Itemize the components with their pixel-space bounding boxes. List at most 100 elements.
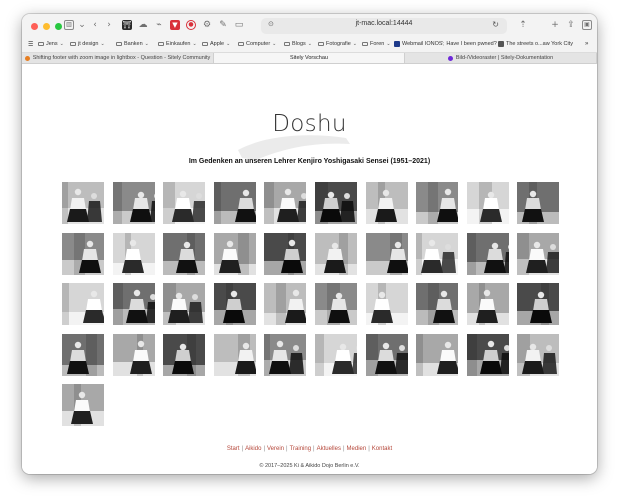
gallery-thumbnail[interactable] — [264, 182, 307, 224]
gear-icon[interactable]: ⚙ — [202, 20, 212, 30]
gallery-thumbnail[interactable] — [416, 333, 459, 376]
compose-icon[interactable]: ✎ — [218, 20, 228, 30]
gallery-thumbnail[interactable] — [62, 182, 104, 224]
gallery-thumbnail[interactable] — [517, 283, 560, 325]
gallery-thumbnail[interactable] — [213, 182, 256, 224]
back-arrow-icon[interactable]: ‹ — [90, 20, 100, 30]
sidebar-toggle-icon[interactable]: ▥ — [64, 20, 74, 30]
folder-icon — [238, 41, 244, 47]
gallery-thumbnail[interactable] — [517, 333, 560, 376]
footer-link-aktuelles[interactable]: Aktuelles — [317, 446, 341, 452]
bookmark-folder-apple[interactable]: Apple ⌄ — [202, 41, 230, 47]
close-window-button[interactable] — [31, 22, 38, 30]
gallery-thumbnail[interactable] — [466, 232, 509, 275]
cloud-icon[interactable]: ☁ — [138, 20, 148, 30]
forward-arrow-icon[interactable]: › — [104, 20, 114, 30]
gallery-thumbnail[interactable] — [62, 232, 104, 275]
gallery-thumbnail[interactable] — [466, 333, 509, 376]
gallery-thumbnail[interactable] — [163, 232, 206, 275]
bookmark-folder-computer[interactable]: Computer ⌄ — [238, 41, 276, 47]
gallery-thumbnail[interactable] — [416, 232, 459, 275]
bookmark-folder-foren[interactable]: Foren ⌄ — [362, 41, 391, 47]
footer-link-kontakt[interactable]: Kontakt — [372, 446, 392, 452]
chevron-down-icon: ⌄ — [144, 41, 149, 47]
gallery-thumbnail[interactable] — [315, 182, 357, 224]
gallery-thumbnail[interactable] — [163, 182, 206, 224]
bookmark-have-i-been-pwned[interactable]: '; Have I been pwned? — [442, 41, 497, 47]
bookmark-folder-blogs[interactable]: Blogs ⌄ — [284, 41, 312, 47]
bookmarks-sidebar-icon[interactable]: ☰ — [28, 41, 33, 48]
tab-sitely-vorschau[interactable]: Sitely Vorschau — [214, 53, 405, 63]
tab-overview-icon[interactable]: ▣ — [582, 20, 592, 30]
bookmark-folder-jens[interactable]: Jens ⌄ — [38, 41, 64, 47]
share-sheet-icon[interactable]: ⇪ — [566, 20, 576, 30]
bookmark-streets-nyc[interactable]: The streets o...aw York City — [498, 41, 573, 47]
footer-separator: | — [286, 446, 288, 452]
gallery-thumbnail[interactable] — [315, 232, 357, 275]
inbox-icon[interactable]: ▭ — [234, 20, 244, 30]
gallery-thumbnail[interactable] — [365, 283, 408, 325]
footer-link-training[interactable]: Training — [290, 446, 311, 452]
bookmark-label: Fotografie — [326, 41, 351, 47]
gallery-thumbnail[interactable] — [416, 283, 459, 325]
gallery-thumbnail[interactable] — [213, 333, 256, 376]
reload-icon[interactable]: ↻ — [492, 20, 499, 29]
quote-icon: '; — [442, 41, 445, 47]
adblock-icon[interactable]: ● — [186, 20, 196, 30]
footer-link-start[interactable]: Start — [227, 446, 240, 452]
bookmark-label: Einkaufen — [166, 41, 191, 47]
extension-icon[interactable]: ⌁ — [154, 20, 164, 30]
minimize-window-button[interactable] — [43, 22, 50, 30]
gallery-thumbnail[interactable] — [416, 182, 459, 224]
gallery-thumbnail[interactable] — [365, 182, 408, 224]
footer-separator: | — [342, 446, 345, 452]
gallery-thumbnail[interactable] — [264, 232, 307, 275]
bookmark-folder-jt-design[interactable]: jt design ⌄ — [70, 41, 105, 47]
gallery-thumbnail[interactable] — [365, 333, 408, 376]
gallery-thumbnail[interactable] — [466, 182, 509, 224]
gallery-thumbnail[interactable] — [315, 333, 357, 376]
chevron-down-icon[interactable]: ⌄ — [77, 20, 87, 30]
share-icon[interactable]: ⇡ — [518, 20, 528, 30]
gallery-thumbnail[interactable] — [315, 283, 357, 325]
gallery-thumbnail[interactable] — [466, 283, 509, 325]
gallery-thumbnail[interactable] — [62, 384, 104, 426]
gallery-thumbnail[interactable] — [213, 283, 256, 325]
bookmark-folder-einkaufen[interactable]: Einkaufen ⌄ — [158, 41, 197, 47]
bookmark-folder-fotografie[interactable]: Fotografie ⌄ — [318, 41, 357, 47]
gallery-thumbnail[interactable] — [112, 182, 155, 224]
folder-icon — [70, 41, 76, 47]
gallery-thumbnail[interactable] — [264, 333, 307, 376]
gallery-thumbnail[interactable] — [213, 232, 256, 275]
gallery-thumbnail[interactable] — [112, 232, 155, 275]
bookmark-folder-banken[interactable]: Banken ⌄ — [116, 41, 149, 47]
gallery-thumbnail[interactable] — [62, 283, 104, 325]
gallery-thumbnail[interactable] — [112, 283, 155, 325]
chevron-down-icon: ⌄ — [386, 41, 391, 47]
gallery-thumbnail[interactable] — [163, 283, 206, 325]
new-tab-icon[interactable]: + — [550, 20, 560, 30]
footer-link-verein[interactable]: Verein — [267, 446, 284, 452]
more-bookmarks-icon[interactable]: » — [585, 41, 588, 47]
footer-link-aikido[interactable]: Aikido — [245, 446, 261, 452]
aikido-extension-icon[interactable]: ⛩ — [122, 20, 132, 30]
pocket-icon[interactable]: ▼ — [170, 20, 180, 30]
sitely-favicon-icon — [24, 55, 30, 61]
zoom-window-button[interactable] — [55, 22, 62, 30]
gallery-thumbnail[interactable] — [365, 232, 408, 275]
window-controls — [31, 22, 62, 30]
gallery-thumbnail[interactable] — [62, 333, 104, 376]
footer-link-medien[interactable]: Medien — [347, 446, 367, 452]
gallery-thumbnail[interactable] — [264, 283, 307, 325]
gallery-thumbnail[interactable] — [517, 232, 560, 275]
tab-sitely-dokumentation[interactable]: Bild-/Videoraster | Sitely-Dokumentation — [405, 53, 597, 63]
gallery-thumbnail[interactable] — [517, 182, 560, 224]
gallery-thumbnail[interactable] — [163, 333, 206, 376]
bookmark-webmail-ionos[interactable]: Webmail IONOS — [394, 41, 443, 47]
browser-toolbar: ▥ ⌄ ‹ › ⛩ ☁ ⌁ ▼ ● ⚙ ✎ ▭ ⊙ jt-mac.local:1… — [22, 14, 597, 38]
tab-bar: Shifting footer with zoom image in light… — [22, 53, 597, 64]
address-bar[interactable]: ⊙ jt-mac.local:14444 ↻ — [261, 18, 507, 34]
gallery-thumbnail[interactable] — [112, 333, 155, 376]
folder-icon — [318, 41, 324, 47]
tab-sitely-community[interactable]: Shifting footer with zoom image in light… — [22, 53, 214, 63]
